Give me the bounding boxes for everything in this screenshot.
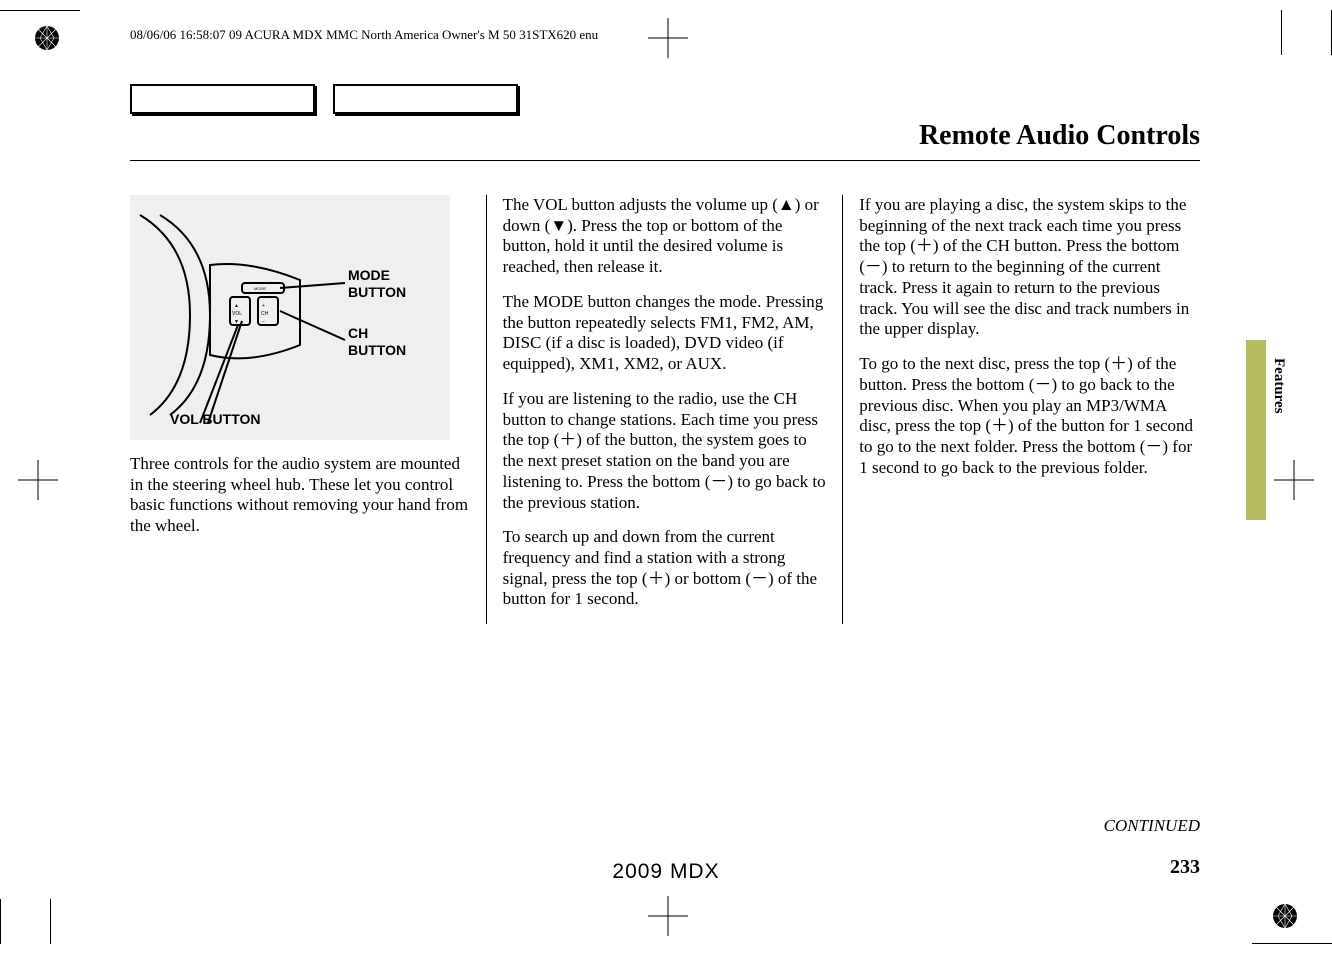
registration-mark-icon (1272, 903, 1298, 929)
blank-box (130, 84, 315, 114)
steering-wheel-icon: ▲ VOL ▼ + CH − MODE (130, 205, 350, 425)
content-columns: ▲ VOL ▼ + CH − MODE MODE BUTTON CH BUTTO… (130, 195, 1200, 624)
section-tab (1246, 340, 1266, 520)
body-text: The VOL button adjusts the volume up (▲)… (503, 195, 827, 278)
continued-label: CONTINUED (1104, 816, 1200, 836)
trim-line (1281, 10, 1282, 55)
crop-mark-icon (1274, 460, 1314, 500)
body-text: To search up and down from the current f… (503, 527, 827, 610)
column-3: If you are playing a disc, the system sk… (843, 195, 1200, 624)
svg-text:VOL: VOL (232, 311, 242, 317)
section-tab-label: Features (1270, 358, 1287, 414)
trim-line (0, 10, 80, 11)
blank-box (333, 84, 518, 114)
trim-line (0, 899, 1, 944)
body-text: To go to the next disc, press the top (＋… (859, 354, 1200, 478)
column-2: The VOL button adjusts the volume up (▲)… (487, 195, 844, 624)
registration-mark-icon (34, 25, 60, 51)
page-title: Remote Audio Controls (919, 120, 1200, 152)
model-year: 2009 MDX (0, 860, 1332, 884)
body-text: Three controls for the audio system are … (130, 454, 470, 537)
callout-text: MODE (348, 267, 390, 283)
trim-line (50, 899, 51, 944)
svg-text:−: − (262, 319, 265, 325)
title-rule (130, 160, 1200, 161)
callout-text: BUTTON (348, 342, 406, 358)
callout-text: BUTTON (348, 284, 406, 300)
crop-mark-icon (648, 896, 688, 936)
header-boxes (130, 84, 518, 114)
crop-mark-icon (18, 460, 58, 500)
callout-ch: CH BUTTON (348, 325, 406, 359)
column-1: ▲ VOL ▼ + CH − MODE MODE BUTTON CH BUTTO… (130, 195, 487, 624)
svg-text:+: + (262, 303, 265, 309)
trim-line (1252, 943, 1332, 944)
body-text: The MODE button changes the mode. Pressi… (503, 292, 827, 375)
svg-text:▼: ▼ (234, 319, 239, 325)
svg-text:MODE: MODE (254, 286, 266, 291)
page: 08/06/06 16:58:07 09 ACURA MDX MMC North… (0, 0, 1332, 954)
header-meta: 08/06/06 16:58:07 09 ACURA MDX MMC North… (130, 27, 598, 43)
callout-mode: MODE BUTTON (348, 267, 406, 301)
body-text: If you are listening to the radio, use t… (503, 389, 827, 513)
svg-text:▲: ▲ (234, 303, 239, 309)
callout-text: CH (348, 325, 368, 341)
body-text: If you are playing a disc, the system sk… (859, 195, 1200, 340)
steering-wheel-figure: ▲ VOL ▼ + CH − MODE MODE BUTTON CH BUTTO… (130, 195, 450, 440)
svg-text:CH: CH (261, 311, 269, 317)
crop-mark-icon (648, 18, 688, 58)
callout-vol: VOL BUTTON (170, 411, 261, 428)
